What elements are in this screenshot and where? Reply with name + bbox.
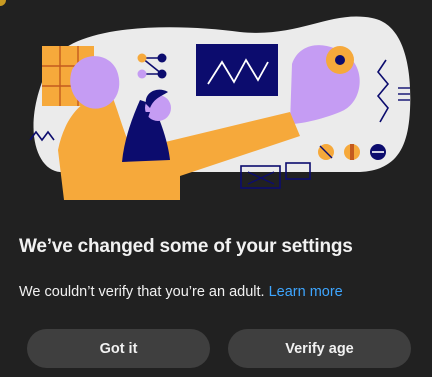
dialog-message-text: We couldn’t verify that you’re an adult. [19, 284, 265, 300]
dialog-message: We couldn’t verify that you’re an adult.… [19, 284, 343, 300]
age-settings-dialog: We’ve changed some of your settings We c… [0, 0, 432, 377]
got-it-button[interactable]: Got it [27, 329, 210, 368]
dialog-title: We’ve changed some of your settings [19, 236, 353, 257]
hero-illustration [0, 0, 432, 215]
verify-age-button[interactable]: Verify age [228, 329, 411, 368]
learn-more-link[interactable]: Learn more [269, 284, 343, 300]
